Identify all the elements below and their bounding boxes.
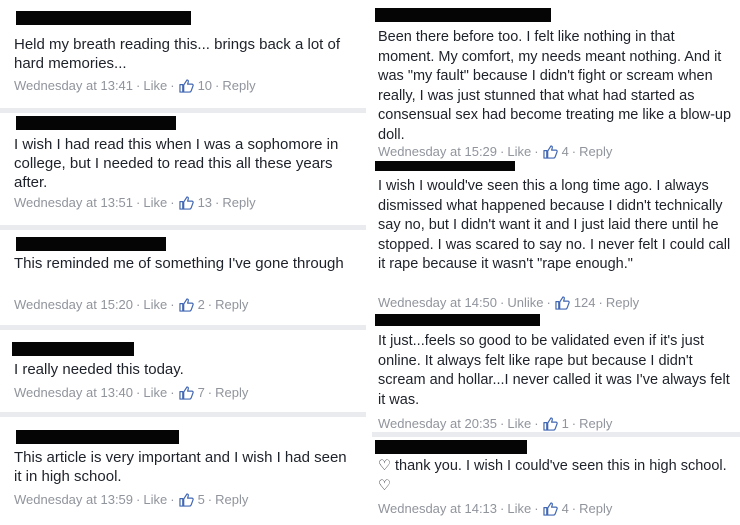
like-link[interactable]: Like xyxy=(143,492,167,508)
unlike-link[interactable]: Unlike xyxy=(507,295,543,311)
redacted-author-name xyxy=(16,116,176,130)
redacted-author-name xyxy=(375,8,551,22)
like-count[interactable]: 124 xyxy=(574,295,596,311)
comment-text: Held my breath reading this... brings ba… xyxy=(14,36,341,72)
reply-link[interactable]: Reply xyxy=(579,501,612,517)
thumbs-up-icon xyxy=(542,501,558,516)
comment-meta: Wednesday at 14:50 · Unlike · 124 · Reply xyxy=(378,294,640,311)
comment-text: I really needed this today. xyxy=(14,361,184,378)
like-link[interactable]: Like xyxy=(143,195,167,211)
comment-meta: Wednesday at 13:41 · Like · 10 · Reply xyxy=(14,77,256,94)
like-count[interactable]: 10 xyxy=(198,78,212,94)
like-link[interactable]: Like xyxy=(507,501,531,517)
comment: I really needed this today. Wednesday at… xyxy=(0,330,366,412)
like-link[interactable]: Like xyxy=(143,297,167,313)
like-count[interactable]: 5 xyxy=(198,492,205,508)
like-count[interactable]: 4 xyxy=(562,501,569,517)
comment: It just...feels so good to be validated … xyxy=(372,314,740,432)
comment: Been there before too. I felt like nothi… xyxy=(372,0,740,161)
comment: I wish I would've seen this a long time … xyxy=(372,161,740,314)
redacted-author-name xyxy=(16,237,166,251)
redacted-author-name xyxy=(16,11,191,25)
like-count[interactable]: 7 xyxy=(198,385,205,401)
reply-link[interactable]: Reply xyxy=(222,195,255,211)
comment: ♡ thank you. I wish I could've seen this… xyxy=(372,437,740,525)
redacted-author-name xyxy=(375,314,540,326)
left-comment-column: Held my breath reading this... brings ba… xyxy=(0,0,366,525)
reply-link[interactable]: Reply xyxy=(579,144,612,160)
like-link[interactable]: Like xyxy=(143,78,167,94)
comment: This reminded me of something I've gone … xyxy=(0,230,366,325)
comment-meta: Wednesday at 15:29 · Like · 4 · Reply xyxy=(378,143,613,160)
thumbs-up-icon xyxy=(542,144,558,159)
comment-meta: Wednesday at 13:59 · Like · 5 · Reply xyxy=(14,491,249,508)
comment-text: Been there before too. I felt like nothi… xyxy=(378,29,732,143)
comment-text: I wish I would've seen this a long time … xyxy=(378,178,731,272)
reply-link[interactable]: Reply xyxy=(606,295,639,311)
redacted-author-name xyxy=(375,440,527,454)
reply-link[interactable]: Reply xyxy=(222,78,255,94)
comment-timestamp[interactable]: Wednesday at 14:50 xyxy=(378,295,497,311)
thumbs-up-icon xyxy=(542,416,558,431)
like-count[interactable]: 1 xyxy=(562,416,569,432)
comment: Held my breath reading this... brings ba… xyxy=(0,0,366,108)
comment-timestamp[interactable]: Wednesday at 14:13 xyxy=(378,501,497,517)
comment-timestamp[interactable]: Wednesday at 13:51 xyxy=(14,195,133,211)
reply-link[interactable]: Reply xyxy=(579,416,612,432)
thumbs-up-icon xyxy=(555,295,570,310)
comment-timestamp[interactable]: Wednesday at 20:35 xyxy=(378,416,497,432)
like-count[interactable]: 2 xyxy=(198,297,205,313)
thumbs-up-icon xyxy=(178,195,194,210)
thumbs-up-icon xyxy=(178,492,194,507)
redacted-author-name xyxy=(16,430,179,444)
comment-timestamp[interactable]: Wednesday at 13:59 xyxy=(14,492,133,508)
comment-meta: Wednesday at 14:13 · Like · 4 · Reply xyxy=(378,500,613,517)
comment: This article is very important and I wis… xyxy=(0,417,366,525)
comment-meta: Wednesday at 15:20 · Like · 2 · Reply xyxy=(14,296,249,313)
comment-text: This article is very important and I wis… xyxy=(14,449,347,485)
thumbs-up-icon xyxy=(178,78,194,93)
comment-text: It just...feels so good to be validated … xyxy=(378,333,730,408)
comment-timestamp[interactable]: Wednesday at 13:40 xyxy=(14,385,133,401)
like-link[interactable]: Like xyxy=(143,385,167,401)
comment-text: ♡ thank you. I wish I could've seen this… xyxy=(378,458,727,494)
comment: I wish I had read this when I was a soph… xyxy=(0,113,366,225)
redacted-author-name xyxy=(375,161,515,171)
comment-meta: Wednesday at 13:40 · Like · 7 · Reply xyxy=(14,384,249,401)
reply-link[interactable]: Reply xyxy=(215,385,248,401)
comment-timestamp[interactable]: Wednesday at 15:20 xyxy=(14,297,133,313)
thumbs-up-icon xyxy=(178,385,194,400)
reply-link[interactable]: Reply xyxy=(215,297,248,313)
reply-link[interactable]: Reply xyxy=(215,492,248,508)
comment-text: This reminded me of something I've gone … xyxy=(14,255,344,272)
thumbs-up-icon xyxy=(178,297,194,312)
comment-timestamp[interactable]: Wednesday at 15:29 xyxy=(378,144,497,160)
like-count[interactable]: 13 xyxy=(198,195,212,211)
redacted-author-name xyxy=(12,342,134,356)
like-link[interactable]: Like xyxy=(507,416,531,432)
right-comment-column: Been there before too. I felt like nothi… xyxy=(372,0,740,525)
comment-meta: Wednesday at 13:51 · Like · 13 · Reply xyxy=(14,194,256,211)
comment-meta: Wednesday at 20:35 · Like · 1 · Reply xyxy=(378,415,613,432)
comment-timestamp[interactable]: Wednesday at 13:41 xyxy=(14,78,133,94)
comment-text: I wish I had read this when I was a soph… xyxy=(14,136,339,191)
like-count[interactable]: 4 xyxy=(562,144,569,160)
like-link[interactable]: Like xyxy=(507,144,531,160)
